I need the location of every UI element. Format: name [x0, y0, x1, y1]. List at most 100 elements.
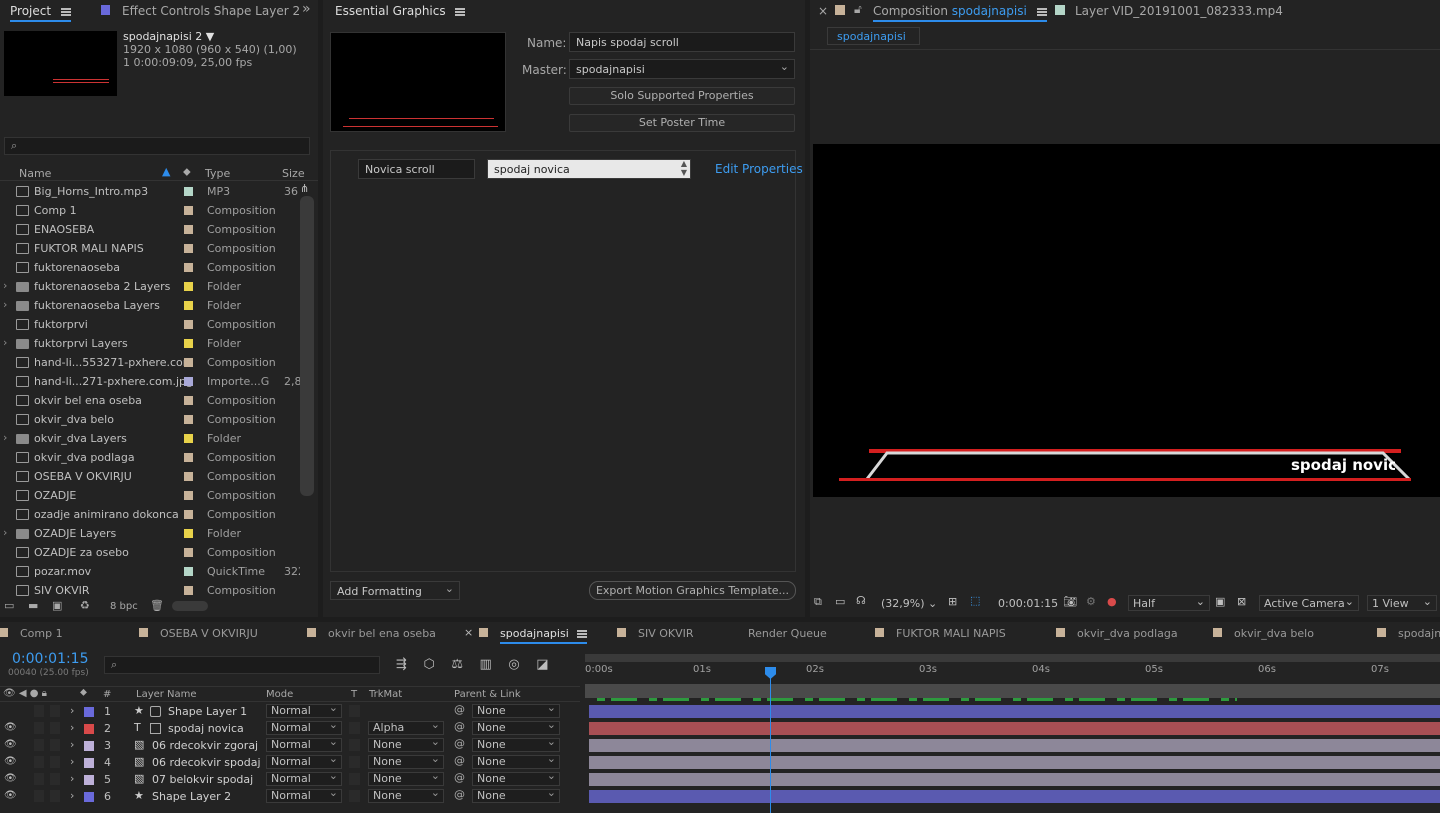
add-formatting-dropdown[interactable]: Add Formatting ⌄	[330, 581, 460, 600]
adjust-icon[interactable]: ♻	[80, 599, 90, 612]
tab-layer[interactable]: Layer VID_20191001_082333.mp4	[1075, 4, 1283, 18]
label-tag-icon[interactable]: ⬥	[80, 687, 87, 698]
label-color-swatch[interactable]	[184, 301, 193, 310]
bpc-label[interactable]: 8 bpc	[110, 601, 138, 612]
label-color-swatch[interactable]	[184, 263, 193, 272]
camera-snapshot-icon[interactable]: 📷︎	[1063, 595, 1077, 608]
label-color-swatch[interactable]	[184, 377, 193, 386]
timeline-tab[interactable]: okvir_dva belo	[1213, 627, 1314, 640]
property-value-field[interactable]: spodaj novica ▲ ▼	[487, 159, 691, 179]
shy-layers-icon[interactable]: ⚖	[451, 657, 463, 672]
motion-blur-icon[interactable]: ◎	[508, 657, 519, 672]
work-area-bar[interactable]	[585, 684, 1440, 698]
label-color-swatch[interactable]	[184, 282, 193, 291]
timeline-tab[interactable]: FUKTOR MALI NAPIS	[875, 627, 1006, 640]
timeline-tab[interactable]: SIV OKVIR	[617, 627, 694, 640]
col-type[interactable]: Type	[205, 167, 230, 180]
col-parent[interactable]: Parent & Link	[454, 689, 521, 700]
project-item[interactable]: Comp 1 Composition	[0, 201, 300, 220]
zoom-dropdown[interactable]: (32,9%) ⌄	[881, 597, 937, 610]
panel-menu-icon[interactable]	[455, 7, 466, 16]
trash-icon[interactable]: 🗑	[150, 599, 164, 612]
comp-subtab[interactable]: spodajnapisi	[827, 27, 920, 45]
col-mode[interactable]: Mode	[266, 689, 293, 700]
project-item[interactable]: okvir bel ena oseba Composition	[0, 391, 300, 410]
label-color-swatch[interactable]	[184, 358, 193, 367]
label-color-swatch[interactable]	[184, 567, 193, 576]
expand-arrow-icon[interactable]: ›	[3, 298, 7, 311]
project-item[interactable]: › fuktorprvi Layers Folder	[0, 334, 300, 353]
tab-composition[interactable]: Composition spodajnapisi	[873, 4, 1047, 22]
master-dropdown[interactable]: spodajnapisi ⌄	[569, 59, 795, 79]
expand-arrow-icon[interactable]: ›	[3, 431, 7, 444]
project-item[interactable]: okvir_dva podlaga Composition	[0, 448, 300, 467]
label-color-swatch[interactable]	[184, 453, 193, 462]
expand-arrow-icon[interactable]: ›	[3, 526, 7, 539]
horizontal-scrollbar[interactable]	[172, 601, 208, 611]
project-item[interactable]: hand-li...553271-pxhere.com Composition	[0, 353, 300, 372]
overflow-chevron-icon[interactable]: »	[302, 1, 311, 17]
layer-duration-bar[interactable]	[589, 756, 1440, 769]
project-scrollbar[interactable]	[300, 196, 314, 496]
graph-editor-icon[interactable]: ◪	[536, 657, 548, 672]
col-hash[interactable]: #	[103, 689, 111, 700]
label-color-swatch[interactable]	[184, 415, 193, 424]
viewer-timecode[interactable]: 0:00:01:15	[998, 597, 1058, 610]
expand-arrow-icon[interactable]: ›	[3, 336, 7, 349]
timeline-tab[interactable]: Render Queue	[748, 627, 827, 640]
set-poster-time-button[interactable]: Set Poster Time	[569, 114, 795, 132]
expand-arrow-icon[interactable]: ›	[3, 279, 7, 292]
tab-effect-controls[interactable]: Effect Controls Shape Layer 2	[122, 4, 300, 18]
edit-properties-link[interactable]: Edit Properties	[715, 162, 803, 176]
tab-project[interactable]: Project	[10, 4, 71, 22]
timeline-tab[interactable]: spodajna	[1377, 627, 1440, 640]
label-tag-icon[interactable]: ⬥	[183, 165, 191, 179]
comp-viewer[interactable]: spodaj novic	[813, 144, 1440, 497]
always-preview-icon[interactable]: ⧉	[814, 595, 822, 609]
label-color-swatch[interactable]	[184, 548, 193, 557]
monitor-icon[interactable]: ▭	[835, 595, 845, 608]
layer-duration-bar[interactable]	[589, 773, 1440, 786]
layer-duration-bar[interactable]	[589, 705, 1440, 718]
project-item[interactable]: FUKTOR MALI NAPIS Composition	[0, 239, 300, 258]
new-comp-icon[interactable]: ▣	[52, 599, 62, 612]
panel-menu-icon[interactable]	[1036, 7, 1047, 16]
time-navigator[interactable]	[585, 654, 1440, 662]
draft-3d-icon[interactable]: ⬡	[423, 657, 434, 672]
col-size[interactable]: Size	[282, 167, 305, 180]
col-t[interactable]: T	[351, 689, 357, 700]
timeline-tab[interactable]: × spodajnapisi	[464, 626, 587, 644]
mask-icon[interactable]: ☊	[856, 594, 866, 607]
layer-duration-bar[interactable]	[589, 722, 1440, 735]
project-item[interactable]: fuktorprvi Composition	[0, 315, 300, 334]
color-channels-icon[interactable]: ●	[1107, 595, 1117, 608]
col-trkmat[interactable]: TrkMat	[369, 689, 402, 700]
layer-duration-bar[interactable]	[589, 790, 1440, 803]
col-name[interactable]: Name	[19, 167, 51, 180]
project-item[interactable]: okvir_dva belo Composition	[0, 410, 300, 429]
region-icon[interactable]: ⬚	[970, 594, 980, 607]
dropdown-arrow-icon[interactable]: ▼	[206, 30, 214, 43]
project-item[interactable]: Big_Horns_Intro.mp3 MP3 36	[0, 182, 300, 201]
project-item[interactable]: hand-li...271-pxhere.com.jpg Importe...G 2…	[0, 372, 300, 391]
project-item[interactable]: OZADJE za osebo Composition	[0, 543, 300, 562]
label-color-swatch[interactable]	[184, 434, 193, 443]
flowchart-icon[interactable]: ⋔	[300, 182, 309, 195]
solo-supported-properties-button[interactable]: Solo Supported Properties	[569, 87, 795, 105]
project-item[interactable]: › okvir_dva Layers Folder	[0, 429, 300, 448]
project-search-input[interactable]: ⌕	[4, 137, 310, 155]
show-snapshot-icon[interactable]: ⚙	[1086, 595, 1096, 608]
label-color-swatch[interactable]	[184, 396, 193, 405]
views-dropdown[interactable]: 1 View ⌄	[1367, 595, 1437, 611]
stepper-icon[interactable]: ▲ ▼	[681, 159, 687, 177]
panel-menu-icon[interactable]	[60, 7, 71, 16]
panel-menu-icon[interactable]	[576, 630, 587, 638]
layer-duration-bar[interactable]	[589, 739, 1440, 752]
close-icon[interactable]: ×	[818, 4, 828, 18]
camera-dropdown[interactable]: Active Camera ⌄	[1259, 595, 1359, 611]
fast-preview-icon[interactable]: ▣	[1215, 595, 1225, 608]
project-item[interactable]: fuktorenaoseba Composition	[0, 258, 300, 277]
project-item[interactable]: ENAOSEBA Composition	[0, 220, 300, 239]
label-color-swatch[interactable]	[184, 529, 193, 538]
timeline-search-input[interactable]: ⌕	[104, 656, 380, 674]
